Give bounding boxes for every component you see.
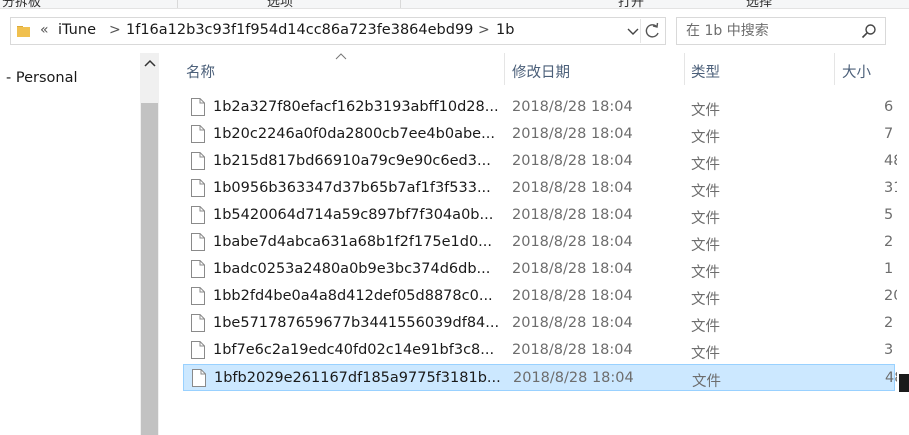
file-type: 文件: [691, 211, 720, 227]
file-icon: [191, 152, 205, 170]
overflow-chevron[interactable]: «: [40, 22, 49, 38]
file-icon: [191, 125, 205, 143]
column-header-name[interactable]: 名称: [186, 61, 215, 82]
file-icon: [191, 287, 205, 305]
file-name: 1b0956b363347d37b65b7af1f3f533...: [213, 180, 491, 196]
file-row[interactable]: 1b20c2246a0f0da2800cb7ee4b0abe... 2018/8/…: [183, 121, 895, 148]
file-type: 文件: [691, 292, 720, 308]
file-row[interactable]: 1b5420064d714a59c897bf7f304a0b... 2018/8/…: [183, 202, 895, 229]
ribbon-separator: [400, 0, 401, 8]
breadcrumb-separator[interactable]: >: [478, 22, 490, 38]
search-input[interactable]: [677, 18, 866, 44]
column-header-size[interactable]: 大小: [842, 61, 871, 82]
file-size: 7: [884, 126, 894, 142]
ribbon-label-split[interactable]: 分拆板: [2, 0, 41, 8]
search-box[interactable]: [676, 17, 886, 45]
file-size: 6: [884, 99, 894, 115]
file-icon: [191, 98, 205, 116]
file-type: 文件: [691, 319, 720, 335]
file-name: 1b2a327f80efacf162b3193abff10d28...: [213, 99, 499, 115]
file-type: 文件: [691, 184, 720, 200]
address-bar[interactable]: « iTune > 1f16a12b3c93f1f954d14cc86a723f…: [10, 17, 666, 45]
column-header-type[interactable]: 类型: [691, 61, 720, 82]
breadcrumb-itune[interactable]: iTune: [58, 22, 96, 38]
file-type: 文件: [691, 238, 720, 254]
file-row[interactable]: 1bf7e6c2a19edc40fd02c14e91bf3c8... 2018/8…: [183, 337, 895, 364]
file-type: 文件: [691, 130, 720, 146]
file-name: 1bfb2029e261167df185a9775f3181b...: [214, 370, 501, 386]
file-modified: 2018/8/28 18:04: [512, 288, 633, 304]
file-type: 文件: [692, 374, 721, 390]
breadcrumb-separator[interactable]: >: [109, 22, 121, 38]
file-size: 2: [884, 315, 894, 331]
scroll-up-icon[interactable]: [143, 58, 157, 68]
column-divider[interactable]: [834, 53, 835, 85]
file-icon: [192, 369, 206, 387]
breadcrumb-1b[interactable]: 1b: [496, 22, 514, 38]
file-size: 1: [884, 261, 894, 277]
scrollbar-thumb[interactable]: [141, 103, 158, 435]
file-row[interactable]: 1b0956b363347d37b65b7af1f3f533... 2018/8/…: [183, 175, 902, 202]
file-modified: 2018/8/28 18:04: [512, 153, 633, 169]
file-modified: 2018/8/28 18:04: [513, 370, 634, 386]
column-divider[interactable]: [504, 53, 505, 85]
file-name: 1bb2fd4be0a4a8d412def05d8878c0...: [213, 288, 493, 304]
column-header-modified[interactable]: 修改日期: [512, 61, 570, 82]
file-modified: 2018/8/28 18:04: [512, 126, 633, 142]
file-row[interactable]: 1be571787659677b3441556039df84... 2018/8/…: [183, 310, 895, 337]
breadcrumb-hash-folder[interactable]: 1f16a12b3c93f1f954d14cc86a723fe3864ebd99: [126, 22, 473, 38]
file-name: 1b215d817bd66910a79c9e90c6ed3...: [213, 153, 491, 169]
nav-item-personal[interactable]: - Personal: [6, 70, 77, 86]
file-modified: 2018/8/28 18:04: [512, 261, 633, 277]
file-modified: 2018/8/28 18:04: [512, 315, 633, 331]
ribbon-separator: [177, 0, 178, 8]
file-modified: 2018/8/28 18:04: [512, 180, 633, 196]
file-name: 1b20c2246a0f0da2800cb7ee4b0abe...: [213, 126, 495, 142]
file-name: 1babe7d4abca631a68b1f2f175e1d0...: [213, 234, 492, 250]
file-size: 2: [884, 234, 894, 250]
scrollbar-marker: [899, 374, 909, 392]
file-icon: [191, 179, 205, 197]
folder-icon: [17, 26, 30, 37]
file-icon: [191, 341, 205, 359]
file-modified: 2018/8/28 18:04: [512, 207, 633, 223]
file-row[interactable]: 1b2a327f80efacf162b3193abff10d28... 2018/…: [183, 94, 895, 121]
file-name: 1b5420064d714a59c897bf7f304a0b...: [213, 207, 494, 223]
file-row[interactable]: 1b215d817bd66910a79c9e90c6ed3... 2018/8/2…: [183, 148, 902, 175]
file-type: 文件: [691, 103, 720, 119]
file-icon: [191, 314, 205, 332]
chevron-down-icon[interactable]: [625, 21, 641, 41]
file-name: 1be571787659677b3441556039df84...: [213, 315, 500, 331]
file-icon: [191, 260, 205, 278]
file-icon: [191, 206, 205, 224]
file-row[interactable]: 1bb2fd4be0a4a8d412def05d8878c0... 2018/8/…: [183, 283, 902, 310]
search-icon[interactable]: [861, 23, 877, 39]
file-row[interactable]: 1badc0253a2480a0b9e3bc374d6db... 2018/8/2…: [183, 256, 895, 283]
ribbon-label-select[interactable]: 选择: [746, 0, 772, 8]
ribbon-label-open[interactable]: 打开: [618, 0, 644, 8]
refresh-icon[interactable]: [640, 19, 663, 43]
file-modified: 2018/8/28 18:04: [512, 99, 633, 115]
file-type: 文件: [691, 157, 720, 173]
ribbon-strip: 分拆板 选项 打开 选择: [0, 0, 909, 9]
file-size: 5: [884, 207, 894, 223]
file-name: 1bf7e6c2a19edc40fd02c14e91bf3c8...: [213, 342, 495, 358]
file-type: 文件: [691, 346, 720, 362]
file-row[interactable]: 1bfb2029e261167df185a9775f3181b... 2018/8…: [183, 364, 903, 391]
file-icon: [191, 233, 205, 251]
file-row[interactable]: 1babe7d4abca631a68b1f2f175e1d0... 2018/8/…: [183, 229, 895, 256]
file-type: 文件: [691, 265, 720, 281]
file-modified: 2018/8/28 18:04: [512, 342, 633, 358]
file-size: 3: [884, 342, 894, 358]
file-name: 1badc0253a2480a0b9e3bc374d6db...: [213, 261, 491, 277]
column-divider[interactable]: [684, 53, 685, 85]
file-modified: 2018/8/28 18:04: [512, 234, 633, 250]
ribbon-label-options[interactable]: 选项: [267, 0, 293, 8]
sort-ascending-icon: [335, 53, 347, 60]
nav-scrollbar[interactable]: [140, 53, 159, 435]
